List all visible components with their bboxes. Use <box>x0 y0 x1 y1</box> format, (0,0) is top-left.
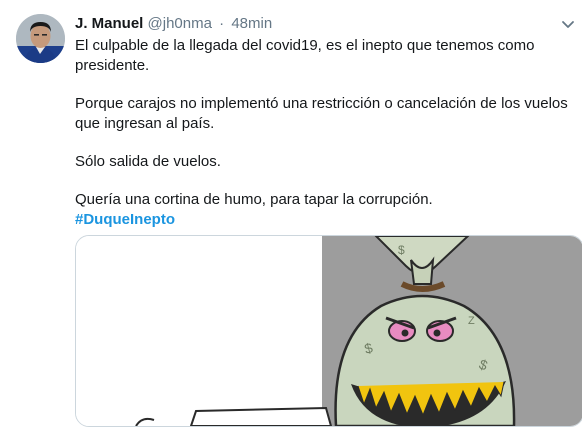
avatar[interactable] <box>16 14 65 63</box>
cartoon-money-bag-illustration: $ $ $ Z <box>76 236 582 426</box>
tweet-text: El culpable de la llegada del covid19, e… <box>75 36 570 230</box>
svg-text:$: $ <box>398 243 405 257</box>
tweet-paragraph: Sólo salida de vuelos. <box>75 153 221 170</box>
chevron-down-icon[interactable] <box>560 16 576 32</box>
tweet-paragraph: El culpable de la llegada del covid19, e… <box>75 37 535 74</box>
tweet-header: J. Manuel @jh0nma · 48min <box>75 15 272 33</box>
tweet: J. Manuel @jh0nma · 48min El culpable de… <box>0 0 582 427</box>
tweet-paragraph: Porque carajos no implementó una restric… <box>75 95 568 132</box>
tweet-media-image[interactable]: $ $ $ Z <box>75 235 582 427</box>
svg-text:Z: Z <box>468 315 475 327</box>
author-handle[interactable]: @jh0nma <box>148 15 212 32</box>
hashtag-link[interactable]: #DuqueInepto <box>75 211 175 228</box>
author-name[interactable]: J. Manuel <box>75 15 143 32</box>
tweet-timestamp[interactable]: 48min <box>231 15 272 32</box>
separator-dot: · <box>219 15 225 32</box>
tweet-paragraph: Quería una cortina de humo, para tapar l… <box>75 191 433 208</box>
